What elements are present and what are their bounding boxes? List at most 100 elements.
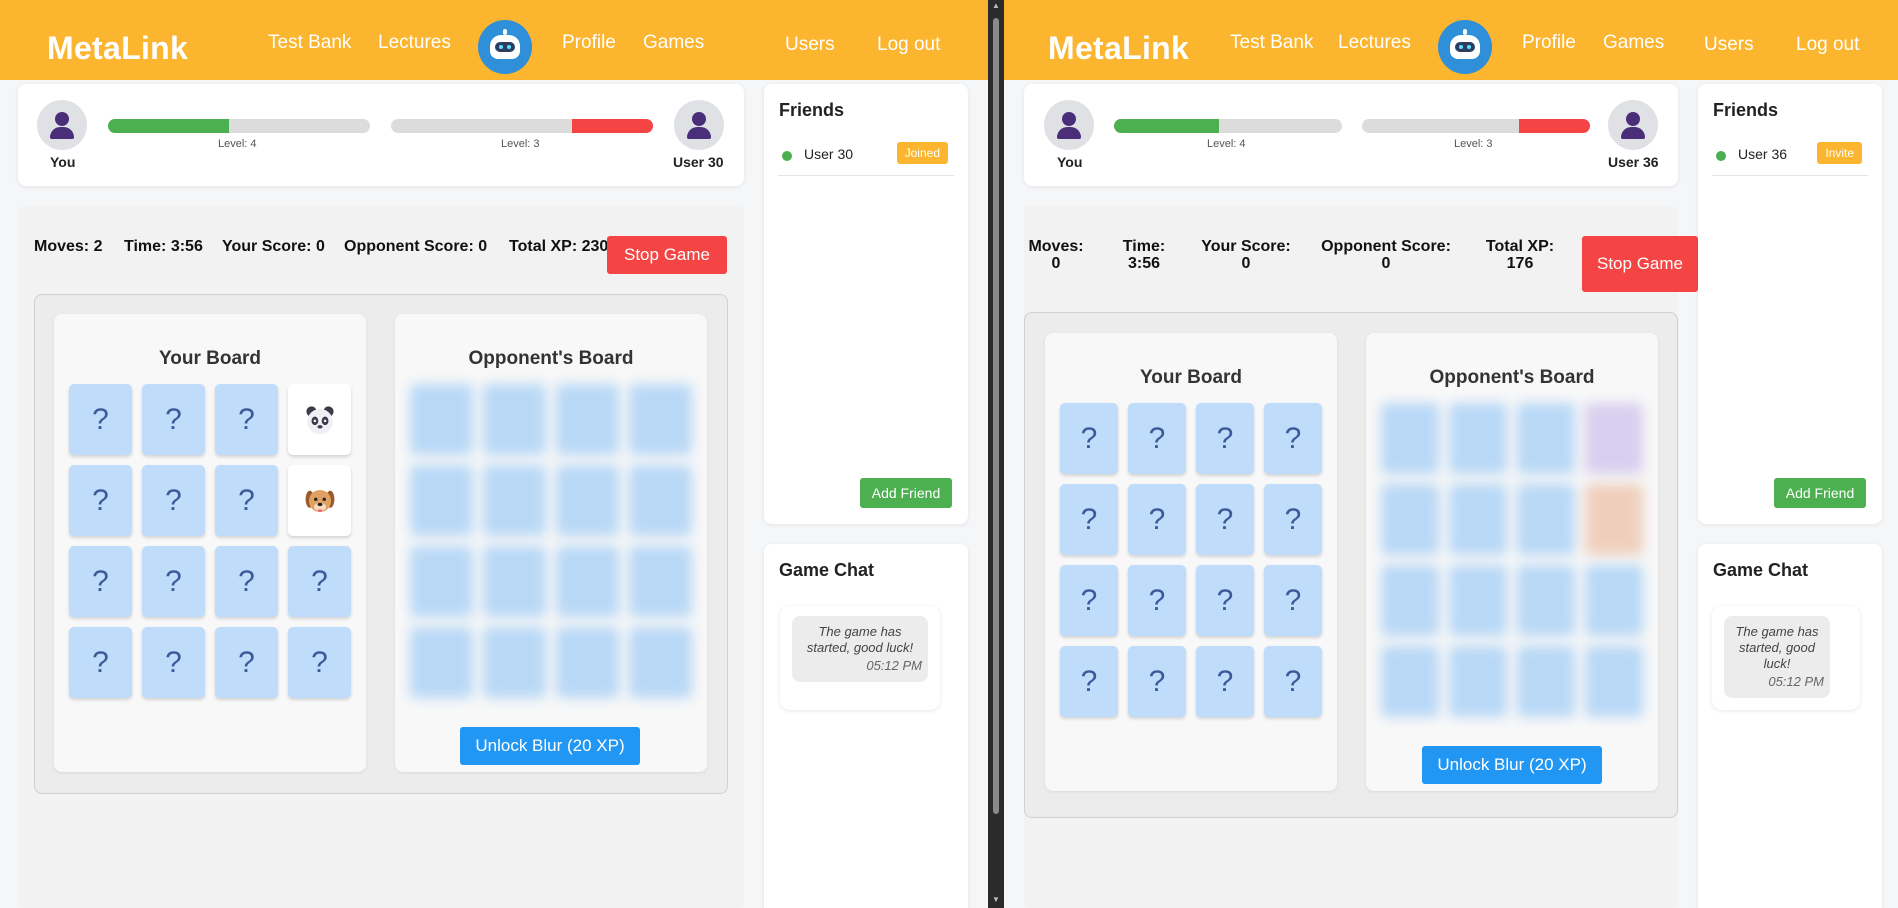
blurred-tile — [1585, 484, 1643, 555]
stop-game-button[interactable]: Stop Game — [1582, 236, 1698, 292]
chat-message-time: 05:12 PM — [866, 658, 922, 673]
blurred-tile — [1517, 484, 1575, 555]
brand-logo[interactable]: MetaLink — [1048, 30, 1189, 67]
memory-tile[interactable]: ? — [1128, 403, 1186, 474]
blurred-tile — [629, 627, 692, 698]
split-scrollbar[interactable]: ▲ ▼ — [988, 0, 1004, 908]
memory-tile[interactable]: ? — [1264, 484, 1322, 555]
memory-tile-panda[interactable] — [288, 384, 351, 455]
you-name: You — [1057, 154, 1083, 170]
memory-tile[interactable]: ? — [215, 465, 278, 536]
scroll-down-arrow-icon[interactable]: ▼ — [991, 896, 1001, 904]
opponent-board: Opponent's Board Unlock Blur (20 XP) — [395, 314, 707, 772]
memory-tile[interactable]: ? — [69, 465, 132, 536]
right-app-window: MetaLink Test Bank Lectures Profile Game… — [1004, 0, 1898, 908]
memory-tile[interactable]: ? — [1196, 646, 1254, 717]
nav-profile[interactable]: Profile — [1522, 32, 1576, 54]
nav-lectures[interactable]: Lectures — [378, 32, 451, 54]
robot-assistant-icon[interactable] — [478, 20, 532, 74]
nav-logout[interactable]: Log out — [877, 34, 940, 56]
blurred-tile — [1381, 646, 1439, 717]
friends-card: Friends User 30 Joined Add Friend — [764, 84, 968, 524]
your-board: Your Board ???????????????? — [1045, 333, 1337, 791]
time-label: Time: — [1122, 238, 1166, 255]
nav-users[interactable]: Users — [785, 34, 835, 56]
memory-tile[interactable]: ? — [1128, 646, 1186, 717]
memory-tile[interactable]: ? — [69, 627, 132, 698]
memory-tile[interactable]: ? — [1196, 565, 1254, 636]
blurred-tile — [410, 465, 473, 536]
nav-test-bank[interactable]: Test Bank — [1230, 32, 1313, 54]
nav-test-bank[interactable]: Test Bank — [268, 32, 351, 54]
memory-tile[interactable]: ? — [215, 546, 278, 617]
memory-tile[interactable]: ? — [288, 627, 351, 698]
nav-games[interactable]: Games — [1603, 32, 1664, 54]
memory-tile[interactable]: ? — [1060, 646, 1118, 717]
opponent-avatar-icon — [674, 100, 724, 150]
scrollbar-thumb[interactable] — [993, 18, 999, 814]
nav-games[interactable]: Games — [643, 32, 704, 54]
your-score-value: 0 — [1241, 255, 1251, 272]
memory-tile[interactable]: ? — [1264, 646, 1322, 717]
boards-area: Your Board ???????????????? Opponent's B… — [1024, 312, 1678, 818]
friend-status-badge[interactable]: Invite — [1817, 142, 1862, 164]
memory-tile[interactable]: ? — [1196, 484, 1254, 555]
game-panel: Moves: 0 Time: 3:56 Your Score: 0 Opponent … — [1024, 206, 1698, 908]
brand-logo[interactable]: MetaLink — [47, 30, 188, 67]
stop-game-button[interactable]: Stop Game — [607, 236, 727, 274]
nav-profile[interactable]: Profile — [562, 32, 616, 54]
your-board-grid: ???????????????? — [1060, 403, 1322, 717]
memory-tile[interactable]: ? — [142, 627, 205, 698]
unlock-blur-button[interactable]: Unlock Blur (20 XP) — [1422, 746, 1602, 784]
scroll-up-arrow-icon[interactable]: ▲ — [991, 2, 1001, 10]
blurred-tile — [483, 627, 546, 698]
nav-lectures[interactable]: Lectures — [1338, 32, 1411, 54]
blurred-tile — [410, 627, 473, 698]
memory-tile[interactable]: ? — [69, 384, 132, 455]
blurred-tile — [410, 384, 473, 455]
opponent-xp-bar — [391, 119, 653, 133]
blurred-tile — [629, 465, 692, 536]
online-status-icon — [782, 151, 792, 161]
friend-status-badge[interactable]: Joined — [896, 142, 948, 164]
blurred-tile — [483, 384, 546, 455]
you-name: You — [50, 154, 76, 170]
total-xp-stat: Total XP: 176 — [1478, 238, 1562, 272]
blurred-tile — [556, 465, 619, 536]
add-friend-button[interactable]: Add Friend — [1774, 478, 1866, 508]
memory-tile[interactable]: ? — [288, 546, 351, 617]
you-xp-bar-fill — [108, 119, 229, 133]
friend-item[interactable]: User 30 Joined — [778, 140, 954, 176]
you-xp-bar-fill — [1114, 119, 1219, 133]
online-status-icon — [1716, 151, 1726, 161]
memory-tile[interactable]: ? — [1060, 565, 1118, 636]
chat-message-wrapper: The game has started, good luck! 05:12 P… — [780, 606, 940, 710]
you-xp-bar — [1114, 119, 1342, 133]
memory-tile[interactable]: ? — [1060, 403, 1118, 474]
memory-tile[interactable]: ? — [215, 627, 278, 698]
nav-logout[interactable]: Log out — [1796, 34, 1859, 56]
memory-tile[interactable]: ? — [1264, 403, 1322, 474]
memory-tile[interactable]: ? — [1060, 484, 1118, 555]
chat-message: The game has started, good luck! 05:12 P… — [1724, 616, 1830, 698]
memory-tile[interactable]: ? — [1264, 565, 1322, 636]
total-xp-value: 176 — [1506, 255, 1534, 272]
opponent-level: Level: 3 — [501, 138, 540, 150]
friend-item[interactable]: User 36 Invite — [1712, 140, 1868, 176]
add-friend-button[interactable]: Add Friend — [860, 478, 952, 508]
opponent-score-value: 0 — [1381, 255, 1391, 272]
memory-tile[interactable]: ? — [215, 384, 278, 455]
unlock-blur-button[interactable]: Unlock Blur (20 XP) — [460, 727, 640, 765]
nav-users[interactable]: Users — [1704, 34, 1754, 56]
game-chat-card: Game Chat The game has started, good luc… — [764, 544, 968, 908]
memory-tile[interactable]: ? — [1128, 484, 1186, 555]
robot-assistant-icon[interactable] — [1438, 20, 1492, 74]
memory-tile[interactable]: ? — [69, 546, 132, 617]
memory-tile[interactable]: ? — [1196, 403, 1254, 474]
memory-tile[interactable]: ? — [142, 465, 205, 536]
memory-tile[interactable]: ? — [142, 546, 205, 617]
memory-tile[interactable]: ? — [1128, 565, 1186, 636]
memory-tile[interactable]: ? — [142, 384, 205, 455]
memory-tile-dog[interactable] — [288, 465, 351, 536]
game-chat-card: Game Chat The game has started, good luc… — [1698, 544, 1882, 908]
